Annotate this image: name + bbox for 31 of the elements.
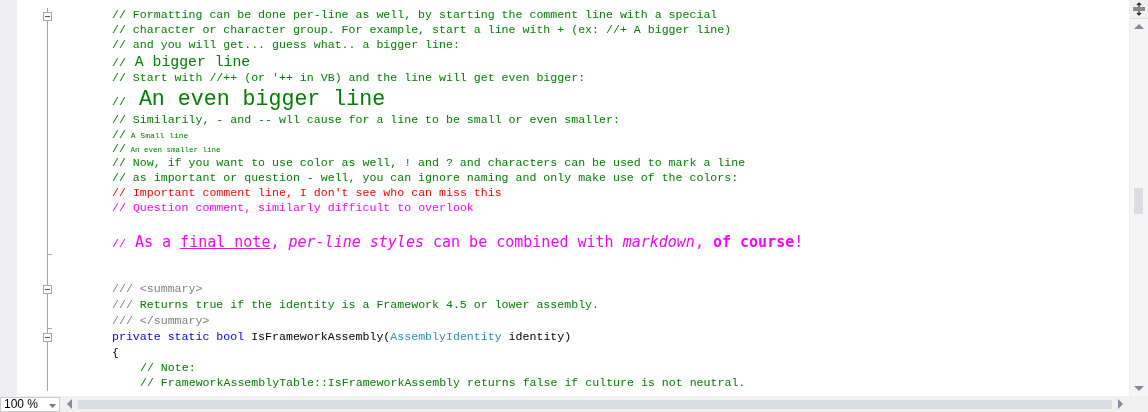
code-line: // as important or question - well, you can ignore naming and only make use of the colors: bbox=[112, 171, 739, 186]
scroll-down-icon[interactable] bbox=[1134, 386, 1144, 392]
code-line: // Now, if you want to use color as well, ! and ? and characters can be used to mark a line bbox=[112, 156, 746, 171]
code-line: /// <summary> bbox=[112, 281, 203, 297]
code-line: // A Small line bbox=[112, 127, 189, 143]
code-line: // Note: bbox=[140, 361, 196, 376]
code-line: // As a final note, per-line styles can be combined with markdown, of course! bbox=[112, 232, 804, 252]
scroll-left-icon[interactable] bbox=[66, 399, 72, 409]
code-line: // and you will get... guess what.. a bigger line: bbox=[112, 38, 460, 53]
collapse-icon[interactable] bbox=[43, 11, 52, 21]
code-line: // FrameworkAssemblyTable::IsFrameworkAssembly returns false if culture is not neutral. bbox=[140, 376, 746, 391]
collapse-icon[interactable] bbox=[43, 285, 52, 294]
caret-icon bbox=[49, 403, 56, 408]
code-line: // character or character group. For example, start a line with + (ex: //+ A bigger line) bbox=[112, 23, 732, 38]
code-line: private static bool IsFrameworkAssembly(AssemblyIdentity identity) bbox=[112, 329, 572, 345]
scrollbar-thumb[interactable] bbox=[1134, 188, 1143, 214]
code-line: // Question comment, similarly difficult to overlook bbox=[112, 201, 474, 216]
code-line: /// </summary> bbox=[112, 313, 210, 329]
split-icon[interactable] bbox=[1130, 0, 1148, 19]
code-line: /// Returns true if the identity is a Framework 4.5 or lower assembly. bbox=[112, 297, 600, 313]
code-line: // Start with //++ (or '++ in VB) and the line will get even bigger: bbox=[112, 71, 586, 86]
code-line: // An even bigger line bbox=[112, 86, 386, 113]
code-line: // Similarily, - and -- wll cause for a line to be small or even smaller: bbox=[112, 113, 620, 128]
scroll-right-icon[interactable] bbox=[1118, 399, 1124, 409]
zoom-dropdown[interactable]: 100 % bbox=[0, 396, 60, 412]
collapse-icon[interactable] bbox=[43, 333, 52, 342]
code-line: { bbox=[112, 345, 119, 361]
code-line: // Important comment line, I don't see who can miss this bbox=[112, 186, 502, 201]
code-line: // A bigger line bbox=[112, 52, 251, 72]
scroll-up-icon[interactable] bbox=[1134, 23, 1144, 29]
code-line: // Formatting can be done per-line as well, by starting the comment line with a special bbox=[112, 8, 718, 23]
